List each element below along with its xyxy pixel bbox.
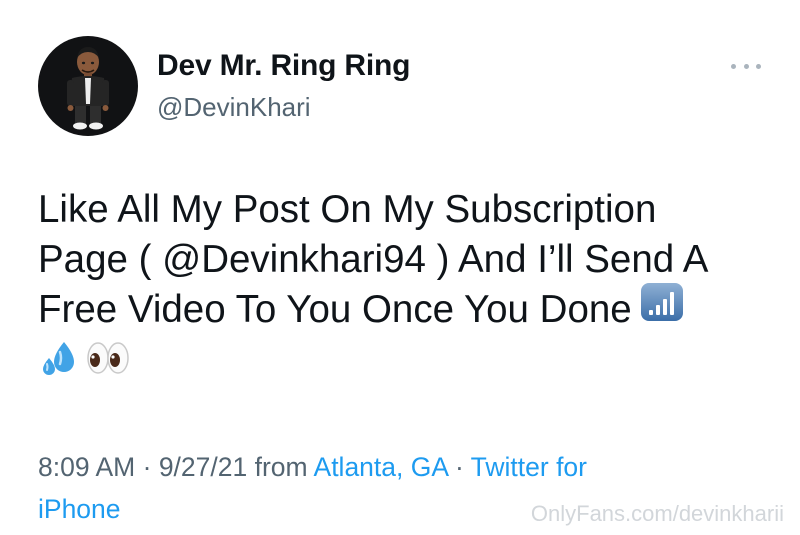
tweet-line: Free Video To You Once You Done — [38, 288, 632, 331]
watermark: OnlyFans.com/devinkharii — [530, 501, 784, 526]
source-link-continued[interactable]: iPhone — [38, 494, 121, 524]
from-label: from — [254, 452, 308, 482]
display-name[interactable]: Dev Mr. Ring Ring — [157, 49, 410, 83]
more-options-icon[interactable] — [731, 60, 761, 72]
tweet-line-with-icon: Free Video To You Once You Done — [38, 282, 778, 338]
source-link[interactable]: Twitter for — [471, 452, 587, 482]
bitmoji-avatar-icon — [67, 47, 109, 130]
tweet-text: Like All My Post On My Subscription Page… — [38, 185, 778, 386]
tweet-time[interactable]: 8:09 AM — [38, 452, 135, 482]
more-dot — [743, 63, 749, 69]
meta-separator: · — [454, 452, 464, 482]
more-dot — [756, 63, 761, 69]
tweet-line: Page ( @Devinkhari94 ) And I’ll Send A — [38, 238, 709, 281]
tweet-date[interactable]: 9/27/21 — [159, 452, 247, 482]
tweet-card: Dev Mr. Ring Ring @DevinKhari Like All M… — [0, 0, 800, 535]
sweat-droplets-emoji-icon — [38, 338, 82, 391]
tweet-line: Like All My Post On My Subscription — [38, 188, 657, 231]
meta-separator: · — [142, 452, 152, 482]
signal-strength-icon — [640, 282, 684, 335]
location-link[interactable]: Atlanta, GA — [314, 452, 448, 482]
eyes-emoji-icon — [84, 338, 132, 391]
avatar[interactable] — [38, 36, 138, 136]
user-handle[interactable]: @DevinKhari — [157, 92, 311, 123]
emoji-row — [38, 341, 778, 386]
more-dot — [731, 63, 736, 69]
